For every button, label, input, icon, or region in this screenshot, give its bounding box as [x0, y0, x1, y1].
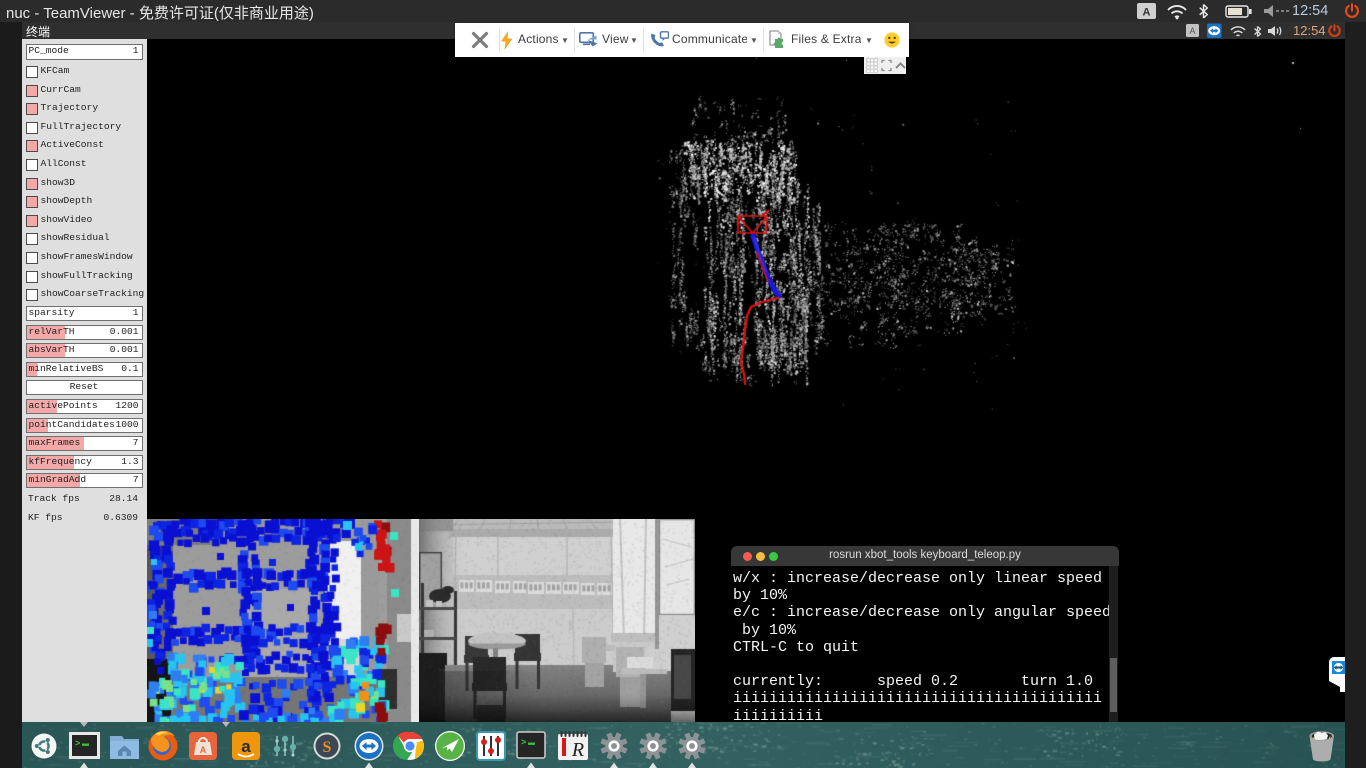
svg-text:R: R: [571, 739, 584, 761]
svg-text:>: >: [521, 738, 526, 748]
svg-text:>: >: [75, 739, 80, 749]
svg-text:A: A: [1189, 26, 1195, 36]
svg-text:A: A: [1143, 7, 1151, 19]
svg-text:S: S: [323, 739, 332, 756]
svg-text:A: A: [200, 745, 207, 755]
svg-text:a: a: [241, 737, 251, 756]
